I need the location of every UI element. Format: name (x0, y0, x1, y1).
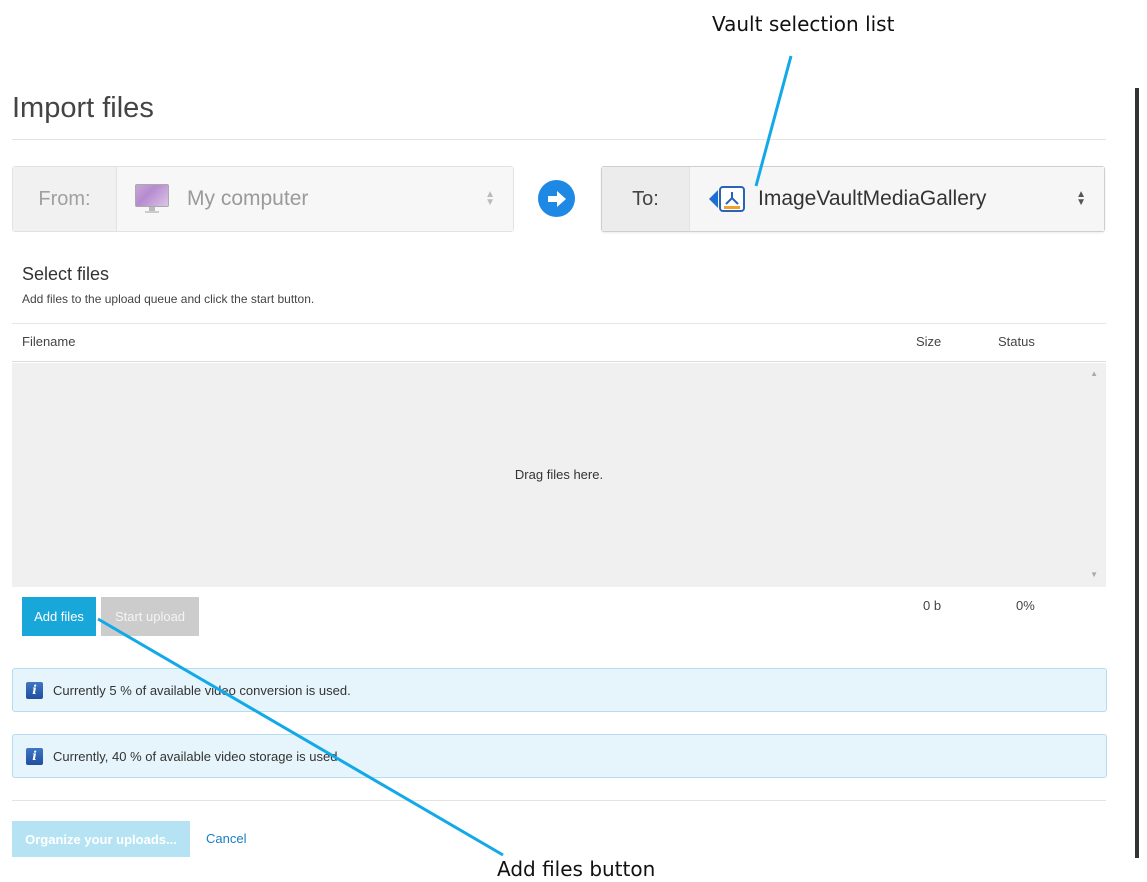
start-upload-button[interactable]: Start upload (101, 597, 199, 636)
column-header-status: Status (998, 334, 1035, 349)
from-label: From: (13, 167, 117, 231)
total-size: 0 b (923, 598, 942, 613)
video-conversion-text: Currently 5 % of available video convers… (53, 682, 351, 698)
video-conversion-info: i Currently 5 % of available video conve… (12, 668, 1107, 712)
column-header-filename: Filename (22, 334, 76, 349)
select-caret-icon: ▲ ▼ (485, 189, 495, 208)
table-top-divider (12, 323, 1106, 324)
from-value[interactable]: My computer ▲ ▼ (117, 167, 513, 231)
select-files-subtitle: Add files to the upload queue and click … (22, 292, 315, 306)
video-storage-text: Currently, 40 % of available video stora… (53, 748, 342, 764)
total-status: 0% (1016, 598, 1035, 613)
to-value[interactable]: ImageVaultMediaGallery ▲ ▼ (690, 167, 1104, 231)
select-files-heading: Select files (22, 264, 110, 284)
organize-uploads-button[interactable]: Organize your uploads... (12, 821, 190, 857)
drop-zone-text: Drag files here. (514, 467, 604, 482)
column-header-size: Size (916, 334, 942, 349)
select-caret-icon: ▲ ▼ (1076, 189, 1086, 208)
scroll-up-icon[interactable]: ▲ (1090, 369, 1098, 378)
info-icon: i (26, 681, 43, 699)
arrow-right-icon (538, 180, 575, 217)
imagevault-icon (708, 184, 748, 214)
monitor-icon (135, 184, 169, 214)
from-value-text: My computer (187, 187, 309, 210)
to-value-text: ImageVaultMediaGallery (758, 187, 987, 210)
vault-selection-list[interactable]: To: ImageVaultMediaGallery ▲ ▼ (601, 166, 1105, 232)
right-edge-bar (1135, 88, 1139, 858)
info-icon: i (26, 747, 43, 765)
title-divider (12, 139, 1106, 140)
video-storage-info: i Currently, 40 % of available video sto… (12, 734, 1107, 778)
page-title: Import files (12, 92, 154, 124)
file-drop-zone[interactable]: Drag files here. ▲ ▼ (12, 363, 1106, 587)
from-selector[interactable]: From: My computer ▲ ▼ (12, 166, 514, 232)
add-files-button-callout: Add files button (497, 857, 656, 881)
add-files-button[interactable]: Add files (22, 597, 96, 636)
to-label: To: (602, 167, 690, 231)
scroll-down-icon[interactable]: ▼ (1090, 570, 1098, 579)
vault-selection-list-callout: Vault selection list (712, 12, 895, 36)
footer-divider (12, 800, 1106, 801)
cancel-link[interactable]: Cancel (206, 831, 246, 846)
table-header-divider (12, 361, 1106, 362)
